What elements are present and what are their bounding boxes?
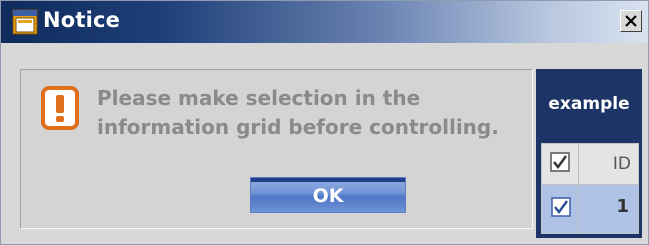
- window-app-icon: [12, 9, 38, 35]
- close-button[interactable]: [620, 10, 642, 32]
- ok-button[interactable]: OK: [250, 177, 406, 213]
- message-line-1: Please make selection in the: [97, 86, 421, 110]
- dialog-title: Notice: [43, 8, 121, 32]
- grid-row-divider: [542, 184, 638, 185]
- grid-header-id: ID: [612, 154, 631, 174]
- title-bar[interactable]: Notice: [1, 1, 648, 43]
- grid-cell-id: 1: [616, 196, 629, 217]
- header-checkbox: [550, 152, 570, 172]
- message-line-2: information grid before controlling.: [97, 115, 499, 139]
- example-label: example: [548, 94, 630, 114]
- notice-message: Please make selection in the information…: [97, 84, 517, 142]
- grid-column-divider: [578, 144, 579, 233]
- ok-button-label: OK: [312, 185, 344, 207]
- notice-dialog: Notice Please make selection in the info…: [0, 0, 649, 245]
- warning-exclamation-icon: [41, 86, 79, 130]
- row-checkbox: [551, 197, 571, 217]
- close-icon: [625, 15, 637, 27]
